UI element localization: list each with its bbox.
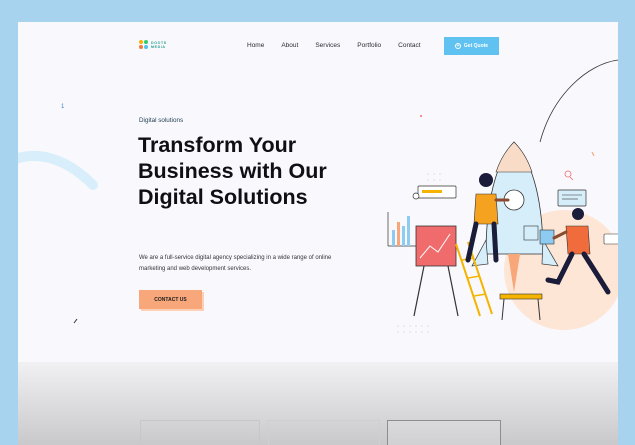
- side-marker: 1: [61, 104, 65, 110]
- brand-logo[interactable]: DOOTS MEDIA: [139, 40, 167, 49]
- card-outline-middle: [268, 420, 380, 445]
- card-outline-right: [387, 420, 501, 445]
- card-outline-left: [140, 420, 260, 445]
- logo-text-line2: MEDIA: [151, 44, 166, 49]
- nav-item-home[interactable]: Home: [247, 42, 264, 49]
- wave-decoration: [18, 151, 98, 190]
- logo-icon: [139, 40, 148, 49]
- hero-description: We are a full-service digital agency spe…: [139, 255, 332, 272]
- hero-title: Transform Your Business with Our Digital…: [138, 133, 327, 209]
- plus-circle-icon: +: [454, 43, 461, 49]
- nav-item-contact[interactable]: Contact: [398, 42, 420, 49]
- nav-item-about[interactable]: About: [281, 42, 298, 49]
- get-quote-label: Get Quote: [463, 43, 489, 49]
- rocket-team-illustration: [387, 59, 618, 333]
- hero-eyebrow: Digital solutions: [139, 117, 184, 124]
- nav-item-services[interactable]: Services: [315, 42, 340, 49]
- get-quote-button[interactable]: + Get Quote: [444, 37, 499, 55]
- dash-decoration: [73, 318, 78, 324]
- contact-us-button[interactable]: CONTACT US: [139, 290, 202, 309]
- main-nav: Home About Services Portfolio Contact: [247, 42, 421, 49]
- nav-item-portfolio[interactable]: Portfolio: [357, 42, 381, 49]
- lower-section: [18, 362, 618, 445]
- page-frame: 1 DOOTS MEDIA Home About Services Portfo…: [18, 22, 618, 445]
